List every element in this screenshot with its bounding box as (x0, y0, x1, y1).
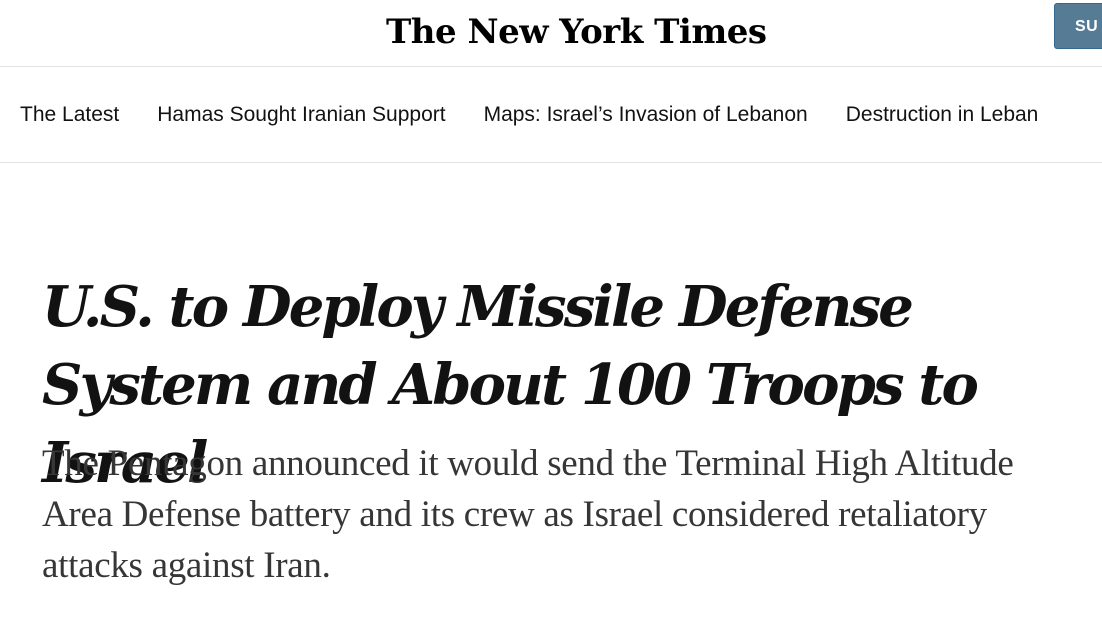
subnav-item-maps-invasion-lebanon[interactable]: Maps: Israel’s Invasion of Lebanon (484, 103, 808, 127)
masthead: The New York Times SU (0, 0, 1102, 67)
subscribe-button[interactable]: SU (1054, 3, 1102, 49)
nyt-logo[interactable]: The New York Times (386, 8, 767, 56)
subnav-item-the-latest[interactable]: The Latest (20, 103, 119, 127)
subnav-item-hamas-iranian-support[interactable]: Hamas Sought Iranian Support (157, 103, 445, 127)
story-subnav: The Latest Hamas Sought Iranian Support … (0, 67, 1102, 163)
article-summary: The Pentagon announced it would send the… (42, 443, 1014, 586)
subnav-list: The Latest Hamas Sought Iranian Support … (0, 67, 1102, 162)
subnav-item-destruction-lebanon[interactable]: Destruction in Leban (846, 103, 1039, 127)
